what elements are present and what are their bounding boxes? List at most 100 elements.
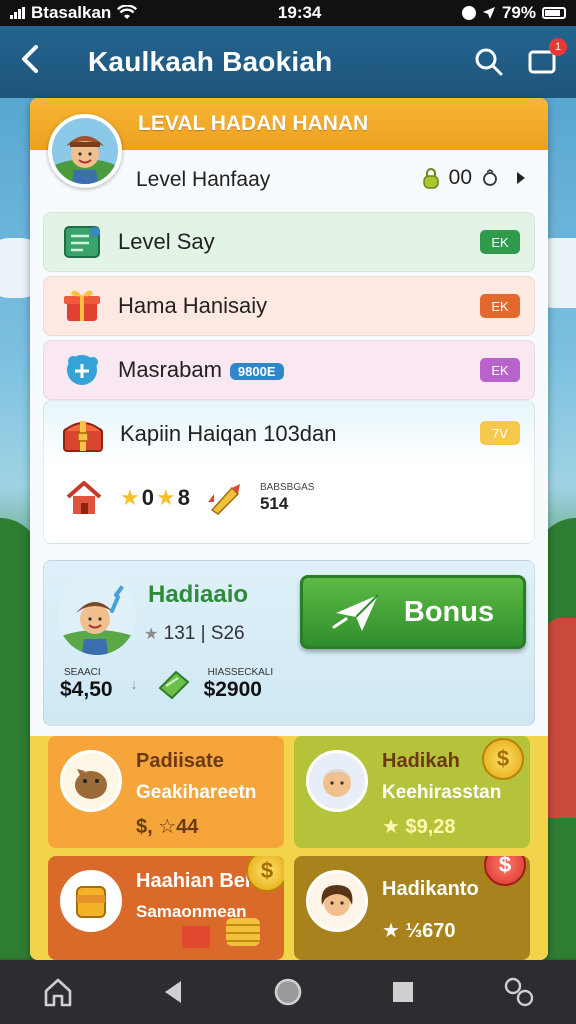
arrow-down-icon: ↓: [130, 676, 138, 693]
app-bar: Kaulkaah Baokiah 1: [0, 26, 576, 98]
quest-header: Kapiin Haiqan 103dan: [60, 413, 337, 455]
app-actions: 1: [474, 38, 567, 77]
treasure-chest-icon: [63, 421, 103, 452]
home-circle-button[interactable]: [260, 964, 316, 1020]
quest-title: Kapiin Haiqan 103dan: [120, 421, 337, 446]
profile-nav-button[interactable]: [490, 964, 546, 1020]
list-item-label: Masrabam 9800E: [118, 357, 480, 383]
coin-icon: $: [484, 856, 526, 886]
gear-icon: [483, 169, 497, 186]
reward-card[interactable]: Hadikah Keehirasstan ★ $9,28 $: [294, 736, 530, 848]
page-title: Kaulkaah Baokiah: [88, 46, 333, 77]
rocket-icon: [207, 484, 240, 515]
battery-percent: 79%: [501, 3, 536, 22]
gift-box-icon: [182, 926, 210, 948]
stars-value-2: 8: [177, 485, 190, 510]
battery-icon: [542, 7, 566, 19]
quest-footer: ★ 0 ★ 8 BABSBGAS 514: [64, 479, 314, 517]
lock-icon: [422, 168, 439, 189]
list-item-hama-hanisaiy[interactable]: Hama Hanisaiy EK: [43, 276, 535, 336]
money-value: $2900: [203, 678, 262, 701]
coin-icon: $: [246, 856, 284, 892]
bonus-button-label: Bonus: [403, 595, 495, 628]
card-title: Hadikah: [382, 750, 460, 772]
triangle-back-icon: [164, 981, 181, 1003]
money-right: HIASSECKALI $2900: [204, 667, 274, 701]
reward-info: BABSBGAS 514: [260, 482, 314, 513]
profile-row: Level Hanfaay 00: [30, 150, 548, 208]
star-icon: ★: [144, 626, 159, 643]
list-item-label: Level Say: [118, 229, 215, 254]
profile-stat-value: 00: [448, 166, 472, 189]
clock: 19:34: [277, 3, 322, 22]
plane-icon: [332, 594, 379, 631]
card-title: Haahian Bel: [136, 870, 251, 892]
quest-panel[interactable]: Kapiin Haiqan 103dan 7V ★ 0 ★ 8 BABSBGAS: [43, 400, 535, 544]
status-badge: EK: [480, 230, 520, 254]
cash-icon: [158, 670, 190, 700]
house-icon: [66, 481, 102, 514]
star-icon: ★: [120, 485, 140, 510]
reward-card[interactable]: Padiisate Geakihareetn $, ☆44: [48, 736, 284, 848]
bonus-stat-value: 131 | S26: [163, 623, 245, 644]
back-arrow-icon[interactable]: [18, 43, 58, 81]
stars-value: 0: [141, 485, 154, 510]
status-badge: 7V: [480, 421, 520, 445]
money-caption: HIASSECKALI: [207, 667, 274, 678]
profile-stats: 00: [421, 166, 528, 190]
bonus-name: Hadiaaio: [148, 581, 249, 608]
card-subtitle: Keehirasstan: [382, 782, 502, 803]
alarm-icon: [461, 6, 476, 20]
location-icon: [482, 7, 495, 19]
home-icon: [44, 978, 71, 1007]
notifications-button[interactable]: 1: [528, 38, 567, 76]
wifi-icon: [117, 5, 138, 19]
status-bar: Btasalkan 19:34 79%: [0, 0, 576, 26]
star-icon: ★: [155, 485, 176, 510]
list-item-level-say[interactable]: Level Say EK: [43, 212, 535, 272]
card-value: $, ☆44: [136, 816, 199, 838]
avatar: [306, 870, 368, 932]
reward-cards: Padiisate Geakihareetn $, ☆44 Hadikah Ke…: [30, 736, 548, 960]
card-title: Hadikanto: [382, 878, 479, 900]
list-item-label: Hama Hanisaiy: [118, 293, 268, 318]
card-value: ★ ⅓670: [382, 920, 456, 942]
bonus-stat: ★ 131 | S26: [144, 623, 245, 645]
list-item-masrabam[interactable]: Masrabam 9800E EK: [43, 340, 535, 400]
status-badge: EK: [480, 358, 520, 382]
list-item-label-text: Masrabam: [118, 357, 222, 382]
bonus-panel: Hadiaaio ★ 131 | S26 Bonus SEAACI $4,50 …: [43, 560, 535, 726]
reward-value: 514: [259, 493, 289, 513]
search-icon[interactable]: [474, 47, 504, 77]
back-nav-button[interactable]: [145, 964, 201, 1020]
coin-stack-icon: [226, 918, 260, 946]
system-nav-bar: [0, 960, 576, 1024]
reward-card[interactable]: Haahian Bel Samaonmean $: [48, 856, 284, 960]
avatar: [306, 750, 368, 812]
circle-home-icon: [274, 978, 302, 1006]
carrier-name: Btasalkan: [31, 3, 112, 22]
recents-nav-button[interactable]: [375, 964, 431, 1020]
task-list-icon: [60, 222, 104, 262]
chevron-right-icon[interactable]: [514, 170, 528, 186]
square-recents-icon: [393, 982, 414, 1002]
card-title: Padiisate: [136, 750, 224, 772]
bonus-footer: SEAACI $4,50 ↓ HIASSECKALI $2900: [60, 667, 273, 701]
avatar: [60, 870, 122, 932]
signal-icon: [10, 7, 25, 19]
reward-card[interactable]: Hadikanto ★ ⅓670 $: [294, 856, 530, 960]
home-nav-button[interactable]: [30, 964, 86, 1020]
status-left: Btasalkan: [10, 3, 138, 23]
gift-box-icon: [60, 286, 104, 326]
status-right: 79%: [461, 3, 566, 23]
bonus-button[interactable]: Bonus: [300, 575, 526, 649]
inline-tag: 9800E: [229, 362, 284, 380]
reward-caption: BABSBGAS: [259, 482, 315, 494]
profile-name: Level Hanfaay: [136, 168, 271, 191]
level-card: LEVAL HADAN HANAN Level Hanfaay 00 Level…: [30, 98, 548, 960]
avatar: [60, 750, 122, 812]
stars-count: ★ 0 ★ 8: [120, 485, 190, 511]
profile-switch-icon: [505, 977, 534, 1007]
money-caption: SEAACI: [64, 667, 101, 678]
card-subtitle: Geakihareetn: [136, 782, 257, 803]
